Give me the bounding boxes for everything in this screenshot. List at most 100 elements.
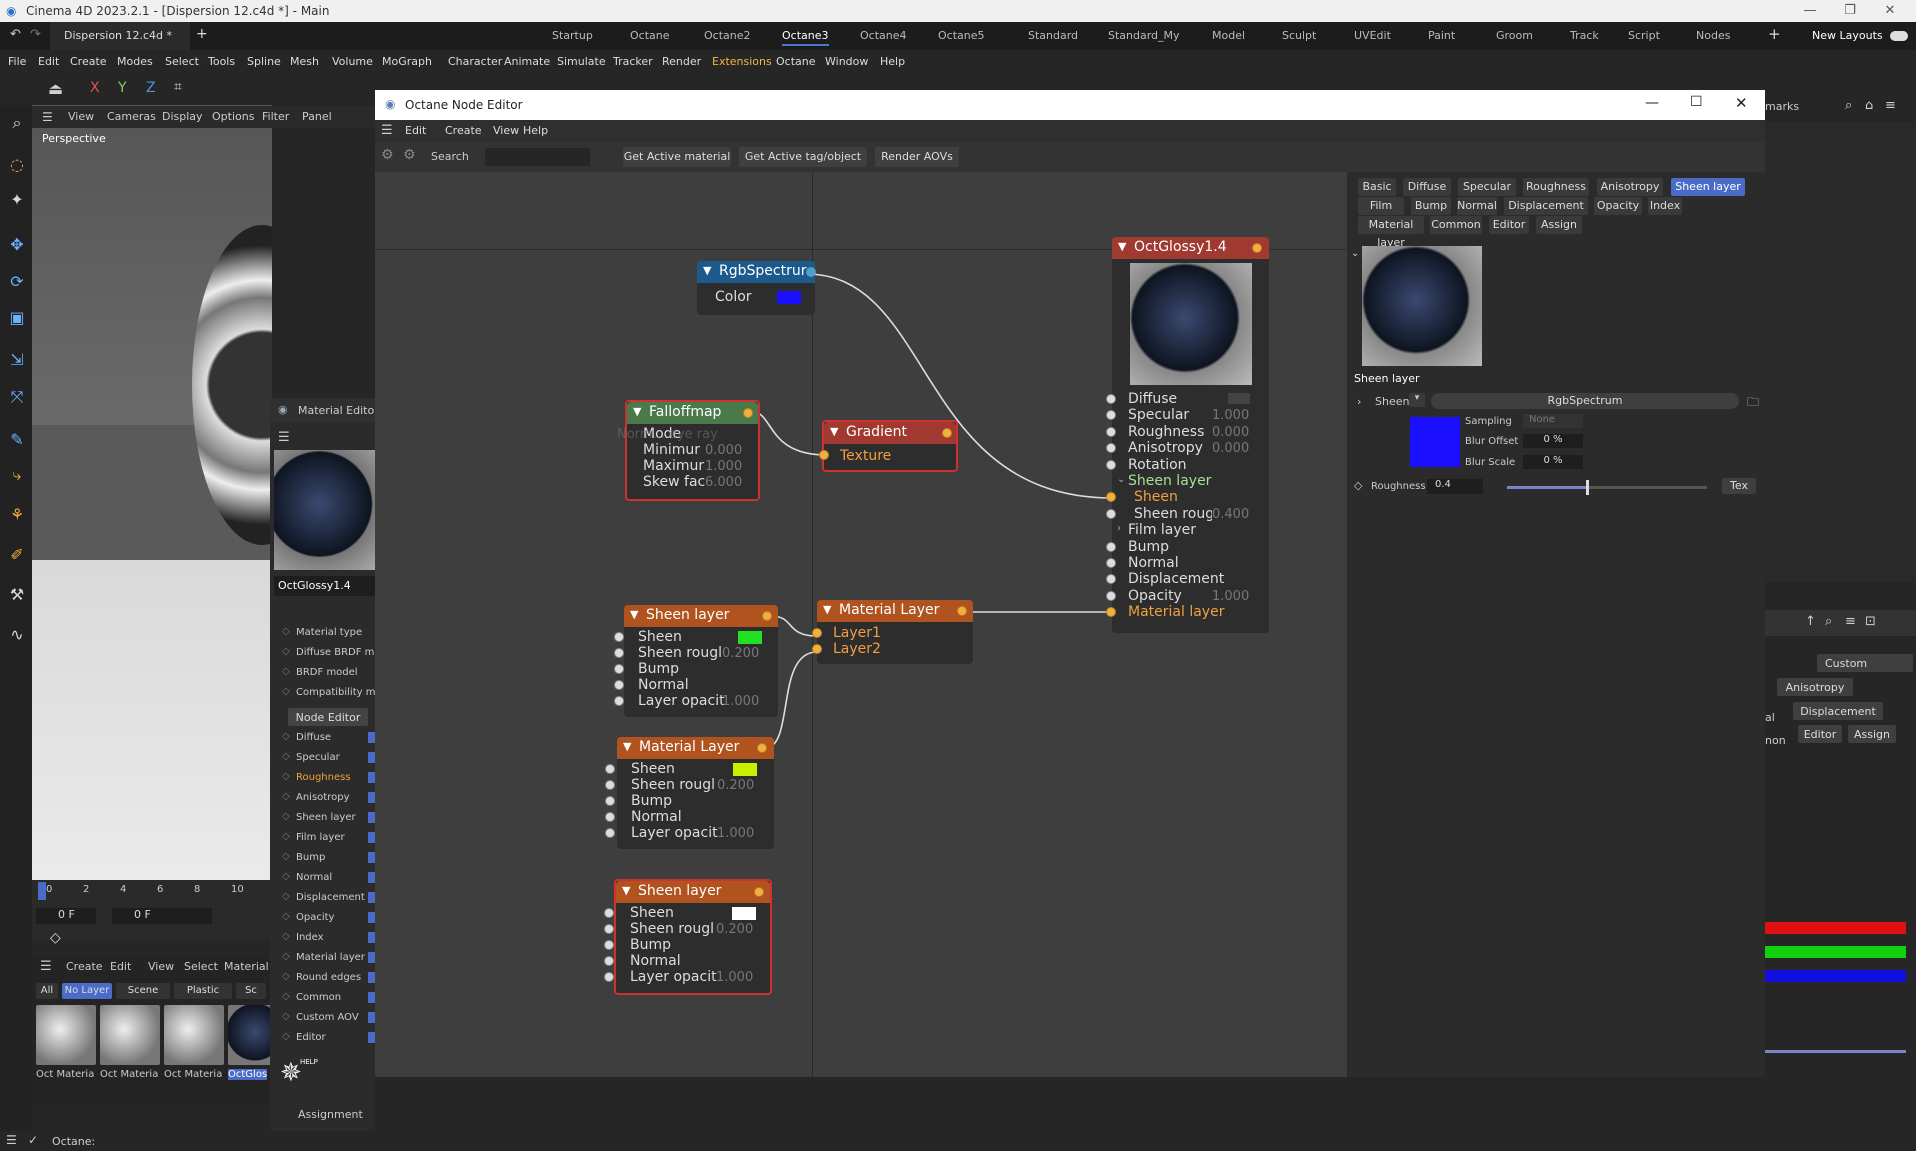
add-tab-icon[interactable]: + [196, 26, 208, 42]
channel-normal[interactable]: Normal [296, 872, 332, 883]
material-thumbnail[interactable] [36, 1005, 96, 1065]
green-channel-bar[interactable] [1765, 946, 1906, 958]
search-input[interactable] [485, 148, 590, 166]
sampling-dropdown[interactable]: None [1523, 414, 1583, 428]
paint-icon[interactable]: ✐ [6, 545, 28, 567]
tab-editor[interactable]: Editor [1489, 216, 1529, 234]
scale-points-icon[interactable]: ⤧ [6, 387, 28, 409]
input-pin[interactable] [605, 780, 615, 790]
roughness-slider[interactable] [1507, 480, 1707, 495]
input-pin[interactable] [605, 812, 615, 822]
layout-tab-standard[interactable]: Standard [1028, 29, 1078, 42]
menu-mograph[interactable]: MoGraph [382, 55, 432, 68]
menu-create[interactable]: Create [70, 55, 107, 68]
node-row-value[interactable]: 6.000 [705, 475, 742, 490]
channel-checkbox[interactable] [368, 872, 375, 883]
redo-icon[interactable]: ↷ [30, 27, 41, 42]
current-frame-field[interactable]: 0 F [36, 908, 96, 924]
node-row-value[interactable]: 1.000 [705, 459, 742, 474]
layout-tab-octane5[interactable]: Octane5 [938, 29, 985, 42]
channel-sheen-layer[interactable]: Sheen layer [296, 812, 356, 823]
channel-displacement[interactable]: Displacement [296, 892, 365, 903]
chevron-down-icon[interactable]: ⌄ [1117, 474, 1125, 485]
channel-checkbox[interactable] [368, 1032, 375, 1043]
node-row-value[interactable]: 1.000 [1212, 589, 1249, 604]
add-layout-icon[interactable]: + [1768, 25, 1781, 43]
end-frame-field[interactable]: 0 F [112, 908, 212, 924]
help-logo-icon[interactable]: ✵ [280, 1058, 302, 1088]
sheen-texture-button[interactable]: RgbSpectrum [1431, 393, 1739, 409]
undo-icon[interactable]: ↶ [10, 27, 21, 42]
input-pin[interactable] [1106, 410, 1116, 421]
bottom-menu-view[interactable]: View [148, 960, 174, 973]
output-pin[interactable] [957, 606, 967, 616]
channel-checkbox[interactable] [368, 972, 375, 983]
roughness-slider-handle[interactable] [1586, 480, 1589, 495]
channel-checkbox[interactable] [368, 832, 375, 843]
material-name-field[interactable]: OctGlossy1.4 [274, 576, 375, 596]
color-swatch[interactable] [1228, 393, 1250, 404]
bottom-menu-edit[interactable]: Edit [110, 960, 131, 973]
color-swatch[interactable] [738, 631, 762, 644]
search-icon[interactable]: ⌕ [1845, 98, 1852, 113]
viewport-menu-options[interactable]: Options [212, 110, 254, 123]
input-pin[interactable] [604, 956, 614, 966]
bottom-menu-material[interactable]: Material [224, 960, 269, 973]
output-pin[interactable] [754, 887, 764, 897]
blur-scale-field[interactable]: 0 % [1523, 455, 1583, 469]
channel-round-edges[interactable]: Round edges [296, 972, 361, 983]
color-swatch[interactable] [732, 907, 756, 920]
node-row-value[interactable]: 0.200 [716, 922, 753, 937]
layout-tab-model[interactable]: Model [1212, 29, 1245, 42]
coord-system-icon[interactable]: ⌗ [174, 79, 182, 95]
blur-offset-field[interactable]: 0 % [1523, 434, 1583, 448]
input-pin[interactable] [614, 664, 624, 674]
material-layer-node[interactable]: ▼ Material Layer Sheen Sheen rougl 0.200 Bum… [605, 737, 774, 849]
channel-checkbox[interactable] [368, 772, 375, 783]
menu-file[interactable]: File [8, 55, 26, 68]
gear-icon[interactable]: ⚙ [381, 147, 394, 163]
input-pin[interactable] [605, 828, 615, 838]
input-pin[interactable] [1106, 574, 1116, 585]
octglossy-material-node[interactable]: ▼ OctGlossy1.4 Diffuse Specular 1.000 Roughn… [1106, 237, 1269, 633]
input-pin[interactable] [614, 696, 624, 706]
sheen-dropdown[interactable]: ▾ [1409, 393, 1425, 407]
channel-checkbox[interactable] [368, 992, 375, 1003]
menu-volume[interactable]: Volume [332, 55, 373, 68]
new-layouts-label[interactable]: New Layouts [1812, 29, 1883, 42]
input-pin[interactable] [614, 632, 624, 642]
viewport-menu-display[interactable]: Display [162, 110, 203, 123]
menu-tools[interactable]: Tools [208, 55, 235, 68]
output-pin[interactable] [757, 743, 767, 753]
input-pin[interactable] [605, 796, 615, 806]
tab-index[interactable]: Index [1648, 197, 1682, 215]
input-pin[interactable] [1106, 590, 1116, 601]
close-icon[interactable]: ✕ [1735, 94, 1748, 112]
input-pin[interactable] [604, 924, 614, 934]
input-pin[interactable] [604, 908, 614, 918]
input-pin[interactable] [604, 940, 614, 950]
home-icon[interactable]: ⌂ [1865, 98, 1873, 113]
tab-film-layer[interactable]: Film layer [1358, 197, 1404, 230]
pen-icon[interactable]: ✎ [6, 430, 28, 452]
input-pin[interactable] [604, 972, 614, 982]
menu-octane[interactable]: Octane [776, 55, 816, 68]
document-tab[interactable]: Dispersion 12.c4d * [50, 22, 190, 50]
timeline-playhead[interactable] [38, 882, 46, 900]
maximize-icon[interactable]: ☐ [1690, 94, 1703, 110]
node-row-value[interactable]: 0.000 [1212, 441, 1249, 456]
output-pin[interactable] [743, 408, 753, 418]
tab-opacity[interactable]: Opacity [1594, 197, 1642, 215]
y-axis-toggle[interactable]: Y [118, 80, 127, 96]
layout-tab-script[interactable]: Script [1628, 29, 1660, 42]
search-icon[interactable]: ⌕ [1825, 614, 1832, 629]
layout-tab-uvedit[interactable]: UVEdit [1354, 29, 1391, 42]
channel-checkbox[interactable] [368, 752, 375, 763]
render-view-icon[interactable]: ⏏ [48, 79, 63, 98]
lock-icon[interactable]: ⊡ [1865, 614, 1876, 629]
tab-assign[interactable]: Assign [1536, 216, 1582, 234]
assign-tab[interactable]: Assign [1848, 725, 1896, 743]
chevron-down-icon[interactable]: ⌄ [1351, 248, 1359, 259]
layout-tab-startup[interactable]: Startup [552, 29, 593, 42]
input-pin[interactable] [614, 648, 624, 658]
